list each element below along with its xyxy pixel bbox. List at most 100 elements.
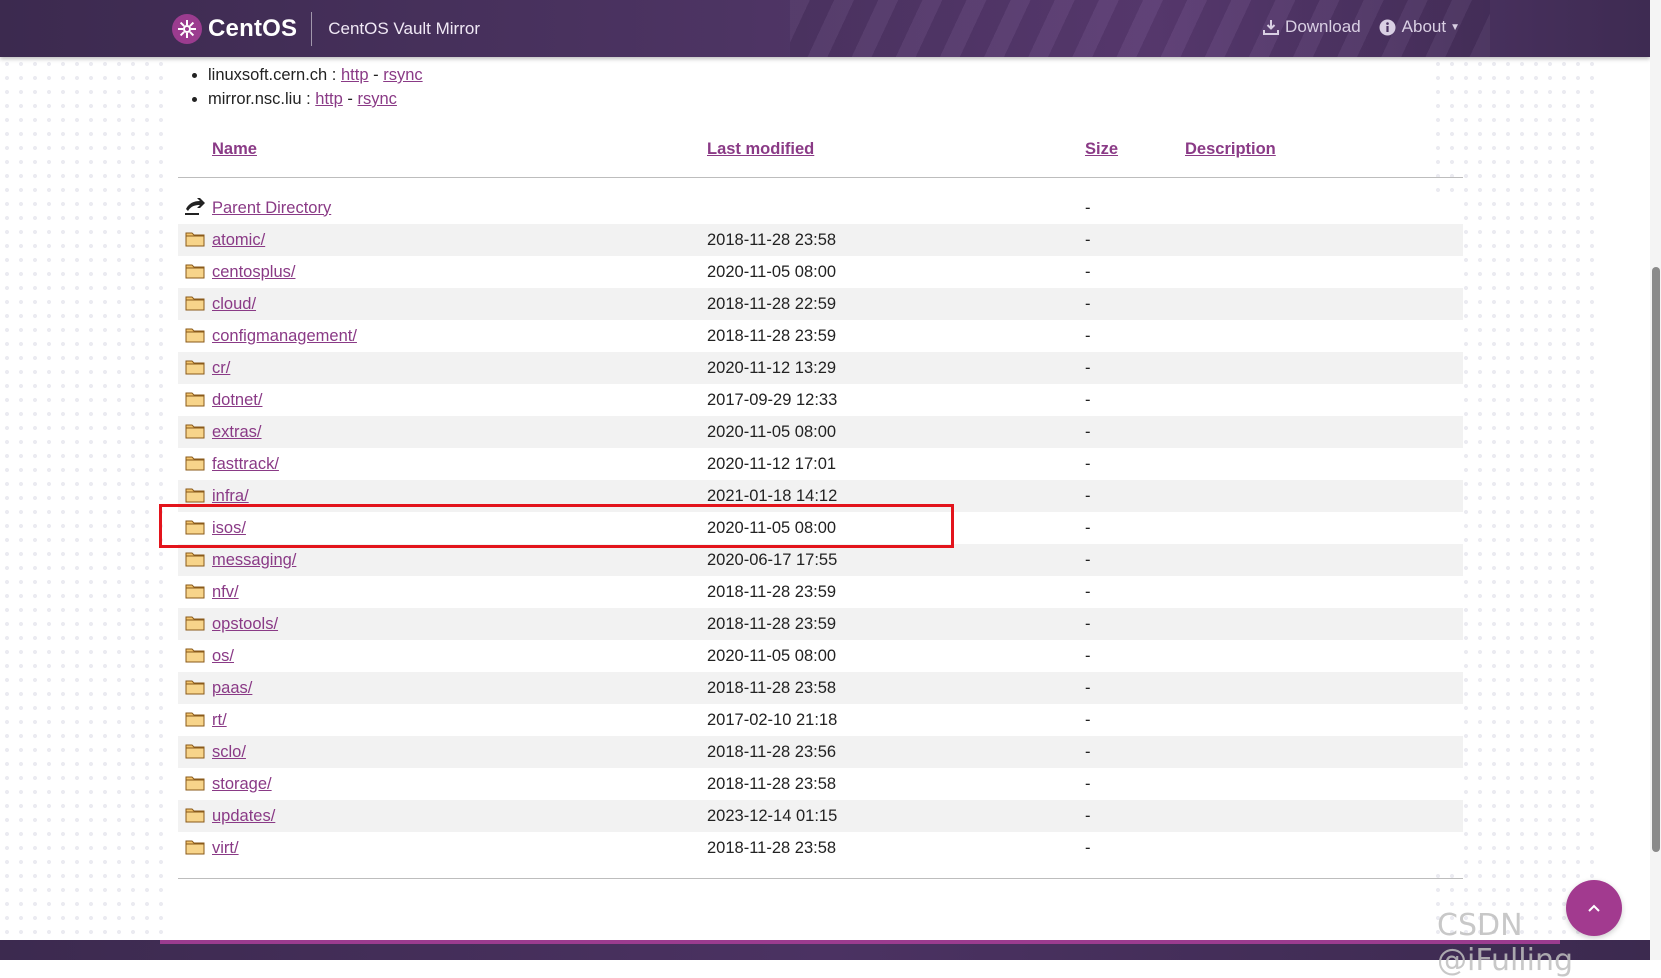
mirror-rsync-link[interactable]: rsync bbox=[358, 90, 397, 108]
row-description-cell bbox=[1185, 736, 1463, 768]
table-row[interactable]: extras/2020-11-05 08:00- bbox=[178, 416, 1463, 448]
entry-link[interactable]: os/ bbox=[212, 647, 234, 665]
nav-about[interactable]: About ▼ bbox=[1379, 17, 1460, 37]
column-header-modified[interactable]: Last modified bbox=[707, 121, 1085, 178]
entry-link[interactable]: configmanagement/ bbox=[212, 327, 357, 345]
site-footer bbox=[0, 940, 1650, 960]
table-row[interactable]: dotnet/2017-09-29 12:33- bbox=[178, 384, 1463, 416]
row-icon-cell bbox=[178, 608, 212, 640]
row-name-cell: virt/ bbox=[212, 832, 707, 864]
table-row[interactable]: fasttrack/2020-11-12 17:01- bbox=[178, 448, 1463, 480]
row-modified-cell: 2018-11-28 22:59 bbox=[707, 288, 1085, 320]
row-name-cell: isos/ bbox=[212, 512, 707, 544]
row-icon-cell bbox=[178, 320, 212, 352]
row-modified-cell: 2018-11-28 23:58 bbox=[707, 832, 1085, 864]
sort-by-size-link[interactable]: Size bbox=[1085, 140, 1118, 158]
row-description-cell bbox=[1185, 288, 1463, 320]
row-description-cell bbox=[1185, 224, 1463, 256]
table-row[interactable]: paas/2018-11-28 23:58- bbox=[178, 672, 1463, 704]
entry-link[interactable]: opstools/ bbox=[212, 615, 278, 633]
site-header: CentOS CentOS Vault Mirror Download Abou… bbox=[0, 0, 1650, 57]
entry-link[interactable]: paas/ bbox=[212, 679, 252, 697]
row-size-cell: - bbox=[1085, 416, 1185, 448]
row-icon-cell bbox=[178, 448, 212, 480]
table-row[interactable]: atomic/2018-11-28 23:58- bbox=[178, 224, 1463, 256]
table-row[interactable]: virt/2018-11-28 23:58- bbox=[178, 832, 1463, 864]
table-row[interactable]: rt/2017-02-10 21:18- bbox=[178, 704, 1463, 736]
table-row[interactable]: infra/2021-01-18 14:12- bbox=[178, 480, 1463, 512]
mirror-list: linuxsoft.cern.ch : http - rsync mirror.… bbox=[178, 63, 1463, 111]
brand[interactable]: CentOS CentOS Vault Mirror bbox=[172, 11, 480, 47]
folder-icon bbox=[185, 616, 205, 635]
row-modified-cell: 2018-11-28 23:59 bbox=[707, 320, 1085, 352]
entry-link[interactable]: fasttrack/ bbox=[212, 455, 279, 473]
entry-link[interactable]: cr/ bbox=[212, 359, 230, 377]
top-nav: Download About ▼ bbox=[1245, 17, 1460, 37]
folder-icon bbox=[185, 520, 205, 539]
mirror-http-link[interactable]: http bbox=[341, 66, 369, 84]
row-description-cell bbox=[1185, 576, 1463, 608]
sort-by-description-link[interactable]: Description bbox=[1185, 140, 1276, 158]
entry-link[interactable]: messaging/ bbox=[212, 551, 296, 569]
entry-link[interactable]: Parent Directory bbox=[212, 199, 331, 217]
table-row[interactable]: os/2020-11-05 08:00- bbox=[178, 640, 1463, 672]
entry-link[interactable]: infra/ bbox=[212, 487, 249, 505]
sort-by-modified-link[interactable]: Last modified bbox=[707, 140, 814, 158]
mirror-http-link[interactable]: http bbox=[315, 90, 343, 108]
scrollbar-thumb[interactable] bbox=[1652, 267, 1660, 852]
table-row[interactable]: sclo/2018-11-28 23:56- bbox=[178, 736, 1463, 768]
table-row[interactable]: updates/2023-12-14 01:15- bbox=[178, 800, 1463, 832]
column-header-size[interactable]: Size bbox=[1085, 121, 1185, 178]
entry-link[interactable]: centosplus/ bbox=[212, 263, 295, 281]
row-icon-cell bbox=[178, 544, 212, 576]
nav-download[interactable]: Download bbox=[1263, 17, 1361, 37]
brand-divider bbox=[311, 12, 313, 46]
table-row[interactable]: Parent Directory - bbox=[178, 192, 1463, 224]
entry-link[interactable]: atomic/ bbox=[212, 231, 265, 249]
table-row[interactable]: centosplus/2020-11-05 08:00- bbox=[178, 256, 1463, 288]
entry-link[interactable]: dotnet/ bbox=[212, 391, 262, 409]
row-icon-cell bbox=[178, 480, 212, 512]
column-header-description[interactable]: Description bbox=[1185, 121, 1463, 178]
entry-link[interactable]: cloud/ bbox=[212, 295, 256, 313]
row-modified-cell: 2020-11-05 08:00 bbox=[707, 512, 1085, 544]
row-description-cell bbox=[1185, 416, 1463, 448]
table-row[interactable]: configmanagement/2018-11-28 23:59- bbox=[178, 320, 1463, 352]
mirror-rsync-link[interactable]: rsync bbox=[383, 66, 422, 84]
entry-link[interactable]: virt/ bbox=[212, 839, 239, 857]
row-description-cell bbox=[1185, 640, 1463, 672]
entry-link[interactable]: sclo/ bbox=[212, 743, 246, 761]
table-row[interactable]: isos/2020-11-05 08:00- bbox=[178, 512, 1463, 544]
entry-link[interactable]: nfv/ bbox=[212, 583, 239, 601]
table-row[interactable]: cr/2020-11-12 13:29- bbox=[178, 352, 1463, 384]
mirror-separator: - bbox=[373, 66, 379, 84]
table-row[interactable]: messaging/2020-06-17 17:55- bbox=[178, 544, 1463, 576]
row-size-cell: - bbox=[1085, 224, 1185, 256]
entry-link[interactable]: extras/ bbox=[212, 423, 262, 441]
row-size-cell: - bbox=[1085, 384, 1185, 416]
row-modified-cell: 2020-11-05 08:00 bbox=[707, 256, 1085, 288]
chevron-down-icon: ▼ bbox=[1450, 21, 1460, 33]
entry-link[interactable]: isos/ bbox=[212, 519, 246, 537]
table-row[interactable]: nfv/2018-11-28 23:59- bbox=[178, 576, 1463, 608]
entry-link[interactable]: rt/ bbox=[212, 711, 227, 729]
folder-icon bbox=[185, 584, 205, 603]
download-icon bbox=[1263, 20, 1280, 35]
folder-icon bbox=[185, 360, 205, 379]
entry-link[interactable]: storage/ bbox=[212, 775, 272, 793]
row-name-cell: centosplus/ bbox=[212, 256, 707, 288]
folder-icon bbox=[185, 680, 205, 699]
table-row[interactable]: opstools/2018-11-28 23:59- bbox=[178, 608, 1463, 640]
row-name-cell: storage/ bbox=[212, 768, 707, 800]
table-row[interactable]: storage/2018-11-28 23:58- bbox=[178, 768, 1463, 800]
scrollbar[interactable] bbox=[1650, 0, 1661, 960]
sort-by-name-link[interactable]: Name bbox=[212, 140, 257, 158]
folder-icon bbox=[185, 456, 205, 475]
folder-icon bbox=[185, 328, 205, 347]
background-pattern-left bbox=[0, 57, 170, 940]
entry-link[interactable]: updates/ bbox=[212, 807, 275, 825]
column-header-name[interactable]: Name bbox=[212, 121, 707, 178]
row-size-cell: - bbox=[1085, 672, 1185, 704]
row-modified-cell: 2020-06-17 17:55 bbox=[707, 544, 1085, 576]
table-row[interactable]: cloud/2018-11-28 22:59- bbox=[178, 288, 1463, 320]
